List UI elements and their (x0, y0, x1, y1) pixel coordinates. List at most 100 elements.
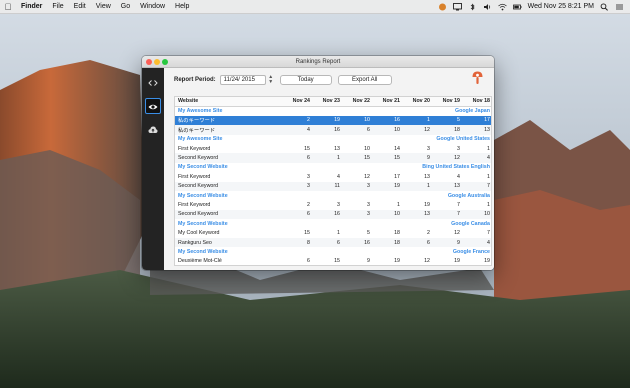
rank-value: 6 (307, 258, 310, 265)
rank-value: 6 (283, 209, 313, 220)
menubar-clock[interactable]: Wed Nov 25 8:21 PM (528, 3, 594, 10)
menu-help[interactable]: Help (170, 3, 194, 10)
rank-value: 13 (403, 209, 433, 220)
column-header-date[interactable]: Nov 21 (373, 97, 403, 107)
date-stepper[interactable]: ▲ ▼ (268, 75, 274, 85)
zoom-window-button[interactable] (162, 59, 168, 65)
search-engine-name: Google United States (436, 136, 490, 143)
site-group-row[interactable]: My Second Website Bing United States Engl… (175, 163, 491, 172)
keyword-name: First Keyword (178, 173, 211, 180)
minimize-window-button[interactable] (154, 59, 160, 65)
keyword-row[interactable]: 私のキーワード 4 16 6 10 12 18 13 (175, 125, 491, 135)
menu-go[interactable]: Go (116, 3, 135, 10)
rank-value: 2 (307, 201, 310, 208)
keyword-row[interactable]: Deuxième Mot-Clé 6 15 9 19 12 19 19 (175, 257, 491, 265)
keyword-row[interactable]: 私のキーワード 2 19 10 16 1 5 17 (175, 115, 491, 126)
rank-value: 19 (454, 258, 460, 265)
rank-value: 1 (487, 145, 490, 152)
column-header-date[interactable]: Nov 22 (343, 97, 373, 107)
site-group-row[interactable]: My Second Website Google Australia (175, 191, 491, 200)
volume-icon[interactable] (483, 3, 492, 11)
code-icon (148, 80, 158, 86)
rank-value: 15 (304, 145, 310, 152)
wifi-icon[interactable] (497, 3, 507, 11)
rankguru-logo-icon (472, 71, 483, 84)
display-icon[interactable] (452, 2, 462, 11)
rank-value: 19 (424, 201, 430, 208)
table-body: My Awesome Site Google Japan 私のキーワード 2 19 10 1… (175, 106, 491, 265)
menu-edit[interactable]: Edit (69, 3, 91, 10)
rank-value: 6 (403, 237, 433, 248)
rank-value: 13 (463, 125, 491, 135)
site-group-row[interactable]: My Awesome Site Google Japan (175, 106, 491, 115)
export-all-button[interactable]: Export All (337, 75, 392, 85)
rankguru-status-icon[interactable] (438, 3, 447, 11)
rankings-table-container[interactable]: Website Nov 24 Nov 23 Nov 22 Nov 21 Nov 20 Nov… (174, 96, 492, 266)
rank-value: 15 (304, 230, 310, 237)
sidebar-upload-button[interactable] (145, 122, 161, 138)
sidebar-code-button[interactable] (145, 75, 161, 91)
sidebar-rankings-button[interactable] (145, 98, 161, 114)
site-name: My Second Website (178, 164, 228, 171)
eye-icon (148, 104, 158, 110)
battery-icon[interactable] (512, 3, 522, 11)
search-engine-name: Google Australia (447, 192, 490, 199)
site-group-row[interactable]: My Second Website Google Canada (175, 219, 491, 228)
cloud-upload-icon (148, 126, 158, 133)
column-header-date[interactable]: Nov 24 (283, 97, 313, 107)
rank-value: 2 (427, 230, 430, 237)
today-button[interactable]: Today (279, 75, 332, 85)
keyword-row[interactable]: My Cool Keyword 15 1 5 18 2 12 7 (175, 228, 491, 237)
column-header-date[interactable]: Nov 20 (403, 97, 433, 107)
stepper-down-icon[interactable]: ▼ (268, 80, 274, 85)
keyword-row[interactable]: First Keyword 15 13 10 14 3 3 1 (175, 144, 491, 153)
keyword-row[interactable]: Second Keyword 3 11 3 19 1 13 7 (175, 181, 491, 191)
keyword-name: Second Keyword (175, 153, 283, 163)
apple-menu-icon[interactable]:  (0, 2, 16, 12)
rank-value: 16 (313, 125, 343, 135)
rank-value: 3 (367, 201, 370, 208)
rank-value: 1 (337, 230, 340, 237)
window-titlebar[interactable]: Rankings Report (142, 56, 494, 68)
menu-app-name[interactable]: Finder (16, 3, 47, 10)
rank-value: 10 (343, 115, 373, 126)
rank-value: 3 (343, 181, 373, 191)
search-engine-name: Google Canada (451, 220, 490, 227)
column-header-date[interactable]: Nov 23 (313, 97, 343, 107)
rank-value: 6 (343, 125, 373, 135)
search-engine-name: Google Japan (454, 108, 490, 115)
rankings-table: Website Nov 24 Nov 23 Nov 22 Nov 21 Nov 20 Nov… (175, 97, 491, 265)
notification-center-icon[interactable] (615, 3, 624, 11)
close-window-button[interactable] (146, 59, 152, 65)
rank-value: 4 (337, 173, 340, 180)
rank-value: 19 (484, 258, 490, 265)
keyword-row[interactable]: Rankguru Seo 8 6 16 18 6 9 4 (175, 237, 491, 248)
site-group-row[interactable]: My Awesome Site Google United States (175, 135, 491, 144)
column-header-website[interactable]: Website (175, 97, 283, 107)
column-header-date[interactable]: Nov 18 (463, 97, 491, 107)
keyword-row[interactable]: Second Keyword 6 1 15 15 9 12 4 (175, 153, 491, 163)
site-group-row[interactable]: My Second Website Google France (175, 247, 491, 256)
rank-value: 13 (334, 145, 340, 152)
rank-value: 16 (313, 209, 343, 220)
keyword-row[interactable]: First Keyword 3 4 12 17 13 4 1 (175, 172, 491, 181)
rank-value: 3 (457, 145, 460, 152)
keyword-row[interactable]: Second Keyword 6 16 3 10 13 7 10 (175, 209, 491, 220)
site-name: My Second Website (178, 220, 228, 227)
spotlight-search-icon[interactable] (600, 2, 609, 11)
rank-value: 17 (394, 173, 400, 180)
rank-value: 10 (364, 145, 370, 152)
menu-view[interactable]: View (91, 3, 116, 10)
window-title: Rankings Report (295, 59, 341, 65)
rank-value: 12 (454, 230, 460, 237)
bluetooth-icon[interactable] (468, 3, 477, 11)
rank-value: 18 (394, 230, 400, 237)
rank-value: 14 (394, 145, 400, 152)
menu-window[interactable]: Window (135, 3, 170, 10)
column-header-date[interactable]: Nov 19 (433, 97, 463, 107)
keyword-row[interactable]: First Keyword 2 3 3 1 19 7 1 (175, 200, 491, 209)
menu-file[interactable]: File (47, 3, 68, 10)
report-toolbar: Report Period: 11/24/ 2015 ▲ ▼ Today Exp… (174, 74, 490, 86)
report-date-field[interactable]: 11/24/ 2015 (219, 75, 266, 85)
rank-value: 9 (367, 258, 370, 265)
